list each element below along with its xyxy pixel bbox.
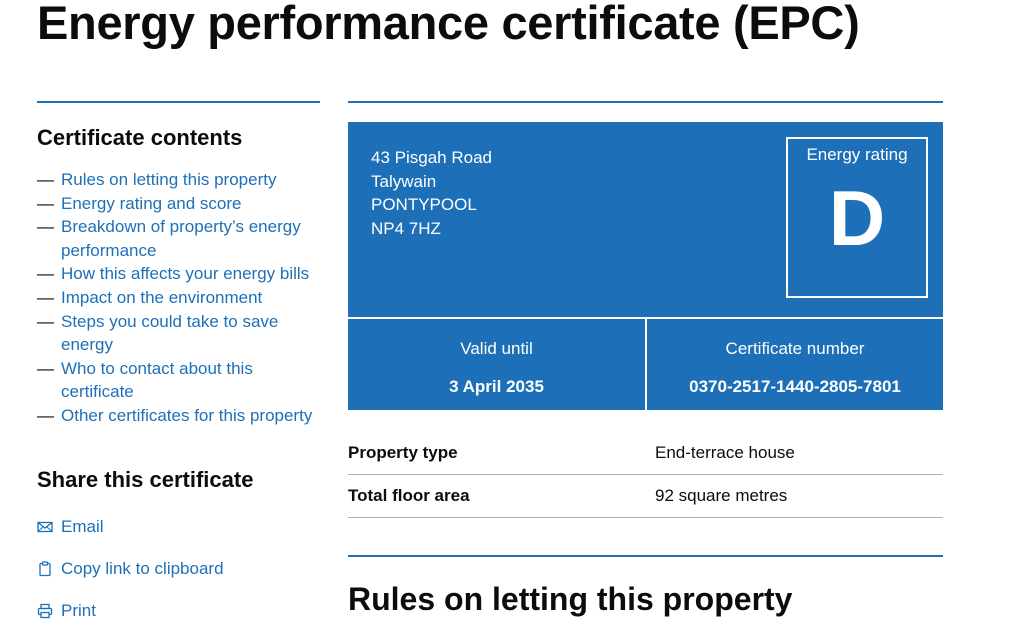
contents-list: — Rules on letting this property — Energy …	[37, 168, 320, 428]
envelope-icon	[37, 519, 53, 535]
contents-link-who-to-contact[interactable]: Who to contact about this certificate	[61, 359, 253, 402]
summary-value: End-terrace house	[655, 443, 795, 462]
contents-item-who-to-contact: — Who to contact about this certificate	[37, 358, 253, 402]
sidebar: Certificate contents — Rules on letting t…	[37, 101, 320, 632]
certificate-number-label: Certificate number	[725, 339, 865, 358]
summary-row-property-type: Property type End-terrace house	[348, 432, 943, 475]
section-heading-rules-on-letting: Rules on letting this property	[348, 581, 793, 617]
contents-item-steps-to-save: — Steps you could take to save energy	[37, 311, 279, 355]
energy-rating-box: Energy rating D	[786, 137, 928, 298]
share-email-label: Email	[61, 516, 104, 536]
summary-key: Total floor area	[348, 486, 470, 505]
printer-icon	[37, 603, 53, 619]
address-line-1: 43 Pisgah Road	[371, 148, 492, 167]
share-list: Email Copy link to clipboard Print	[37, 506, 320, 632]
certificate-number-cell: Certificate number 0370-2517-1440-2805-7…	[647, 319, 943, 410]
summary-value: 92 square metres	[655, 486, 788, 505]
contents-link-environment[interactable]: Impact on the environment	[61, 288, 262, 307]
share-email-link[interactable]: Email	[37, 506, 320, 548]
contents-item-rules-on-letting: — Rules on letting this property	[37, 170, 277, 189]
contents-heading: Certificate contents	[37, 125, 243, 150]
contents-link-energy-rating[interactable]: Energy rating and score	[61, 194, 242, 213]
clipboard-icon	[37, 560, 53, 577]
contents-link-breakdown[interactable]: Breakdown of property’s energy performan…	[61, 217, 301, 260]
summary-key: Property type	[348, 443, 458, 462]
contents-link-energy-bills[interactable]: How this affects your energy bills	[61, 264, 309, 283]
contents-item-other-certificates: — Other certificates for this property	[37, 405, 313, 425]
print-label: Print	[61, 600, 96, 620]
energy-rating-letter: D	[828, 174, 886, 262]
address-line-3: PONTYPOOL	[371, 195, 477, 215]
address-postcode: NP4 7HZ	[371, 218, 441, 238]
print-button[interactable]: Print	[37, 590, 320, 632]
share-heading: Share this certificate	[37, 466, 254, 492]
copy-link-label: Copy link to clipboard	[61, 558, 224, 578]
valid-until-label: Valid until	[460, 339, 533, 358]
contents-item-energy-rating: — Energy rating and score	[37, 193, 242, 213]
contents-item-environment: — Impact on the environment	[37, 287, 263, 307]
contents-link-other-certificates[interactable]: Other certificates for this property	[61, 406, 312, 425]
contents-item-energy-bills: — How this affects your energy bills	[37, 264, 310, 284]
property-address: 43 Pisgah Road Talywain PONTYPOOL NP4 7H…	[371, 146, 492, 240]
main-content: 43 Pisgah Road Talywain PONTYPOOL NP4 7H…	[348, 101, 943, 619]
contents-link-rules-on-letting[interactable]: Rules on letting this property	[61, 170, 276, 189]
valid-until-cell: Valid until 3 April 2035	[348, 319, 645, 410]
section-divider	[348, 555, 943, 557]
energy-rating-label: Energy rating	[806, 145, 908, 164]
epc-summary-box: 43 Pisgah Road Talywain PONTYPOOL NP4 7H…	[348, 122, 943, 410]
property-summary-list: Property type End-terrace house Total fl…	[348, 432, 943, 518]
page-title: Energy performance certificate (EPC)	[37, 0, 860, 49]
valid-until-value: 3 April 2035	[449, 377, 544, 396]
address-line-2: Talywain	[371, 171, 437, 191]
summary-row-floor-area: Total floor area 92 square metres	[348, 475, 943, 518]
contents-item-breakdown: — Breakdown of property’s energy performa…	[37, 217, 301, 260]
contents-link-steps-to-save[interactable]: Steps you could take to save energy	[61, 312, 278, 355]
certificate-number-value: 0370-2517-1440-2805-7801	[689, 377, 901, 396]
copy-link-button[interactable]: Copy link to clipboard	[37, 548, 320, 590]
epc-page: Energy performance certificate (EPC) Cer…	[0, 0, 1024, 635]
